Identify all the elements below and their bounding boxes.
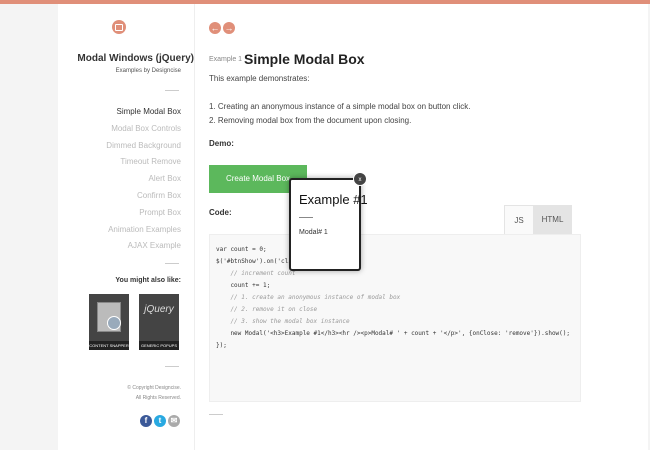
generic-popups-thumbnail[interactable]: jQuery GENERIC POPUPS xyxy=(139,294,179,350)
facebook-icon[interactable]: f xyxy=(140,415,152,427)
copyright: © Copyright Designcise. All Rights Reser… xyxy=(127,383,181,403)
code-comment: // 1. create an anonymous instance of mo… xyxy=(216,294,401,301)
modal-close-icon[interactable]: x xyxy=(353,172,367,186)
copyright-line: © Copyright Designcise. xyxy=(127,385,181,391)
sidebar-item-dimmed-background[interactable]: Dimmed Background xyxy=(106,138,181,155)
twitter-icon[interactable]: t xyxy=(154,415,166,427)
email-icon[interactable]: ✉ xyxy=(168,415,180,427)
content-snapper-thumbnail[interactable]: CONTENT SNAPPER xyxy=(89,294,129,350)
steps-list: 1. Creating an anonymous instance of a s… xyxy=(209,100,470,128)
example-label: Example 1 xyxy=(209,56,243,63)
modal-divider xyxy=(299,217,313,218)
jquery-logo: jQuery xyxy=(144,304,174,315)
modal-title: Example #1 xyxy=(299,192,368,207)
thumbnail-caption: CONTENT SNAPPER xyxy=(89,341,129,350)
sidebar-item-ajax-example[interactable]: AJAX Example xyxy=(106,238,181,255)
sidebar-item-animation-examples[interactable]: Animation Examples xyxy=(106,222,181,239)
page-title: Simple Modal Box xyxy=(244,51,365,67)
code-line: var count = 0; xyxy=(216,246,267,253)
sidebar-title: Modal Windows (jQuery) xyxy=(77,53,194,64)
sidebar-nav: Simple Modal Box Modal Box Controls Dimm… xyxy=(106,104,181,255)
step-item: 1. Creating an anonymous instance of a s… xyxy=(209,102,471,111)
code-line: $('#btnShow').on('click', function() { xyxy=(216,258,354,265)
also-like-heading: You might also like: xyxy=(115,277,181,284)
modal-body: Modal# 1 xyxy=(299,229,328,236)
modal-box: Example #1 Modal# 1 xyxy=(289,178,368,271)
thumbnail-caption: GENERIC POPUPS xyxy=(139,341,179,350)
sidebar-item-prompt-box[interactable]: Prompt Box xyxy=(106,205,181,222)
content-divider xyxy=(209,414,223,415)
code-block: var count = 0; $('#btnShow').on('click', … xyxy=(209,234,581,402)
disc-icon xyxy=(107,316,121,330)
code-comment: // increment count xyxy=(216,270,296,277)
copyright-line: All Rights Reserved. xyxy=(135,395,181,401)
sidebar-item-timeout-remove[interactable]: Timeout Remove xyxy=(106,154,181,171)
code-comment: // 2. remove it on close xyxy=(216,306,318,313)
code-label: Code: xyxy=(209,208,232,217)
sidebar-subtitle: Examples by Designcise xyxy=(115,68,181,74)
site-logo-icon[interactable] xyxy=(112,20,126,34)
intro-text: This example demonstrates: xyxy=(209,74,310,83)
demo-label: Demo: xyxy=(209,139,234,148)
code-line: new Modal('<h3>Example #1</h3><hr /><p>M… xyxy=(216,330,571,337)
sidebar-item-alert-box[interactable]: Alert Box xyxy=(106,171,181,188)
prev-arrow-icon[interactable]: ← xyxy=(209,22,221,34)
code-line: }); xyxy=(216,342,227,349)
code-line: count += 1; xyxy=(216,282,271,289)
sidebar-divider xyxy=(165,90,179,91)
sidebar-divider xyxy=(165,366,179,367)
sidebar-divider xyxy=(165,263,179,264)
sidebar-item-confirm-box[interactable]: Confirm Box xyxy=(106,188,181,205)
tab-html[interactable]: HTML xyxy=(533,205,572,235)
step-item: 2. Removing modal box from the document … xyxy=(209,116,412,125)
sidebar-item-modal-box-controls[interactable]: Modal Box Controls xyxy=(106,121,181,138)
next-arrow-icon[interactable]: → xyxy=(223,22,235,34)
sidebar-item-simple-modal-box[interactable]: Simple Modal Box xyxy=(106,104,181,121)
code-comment: // 3. show the modal box instance xyxy=(216,318,350,325)
tab-js[interactable]: JS xyxy=(504,205,534,236)
